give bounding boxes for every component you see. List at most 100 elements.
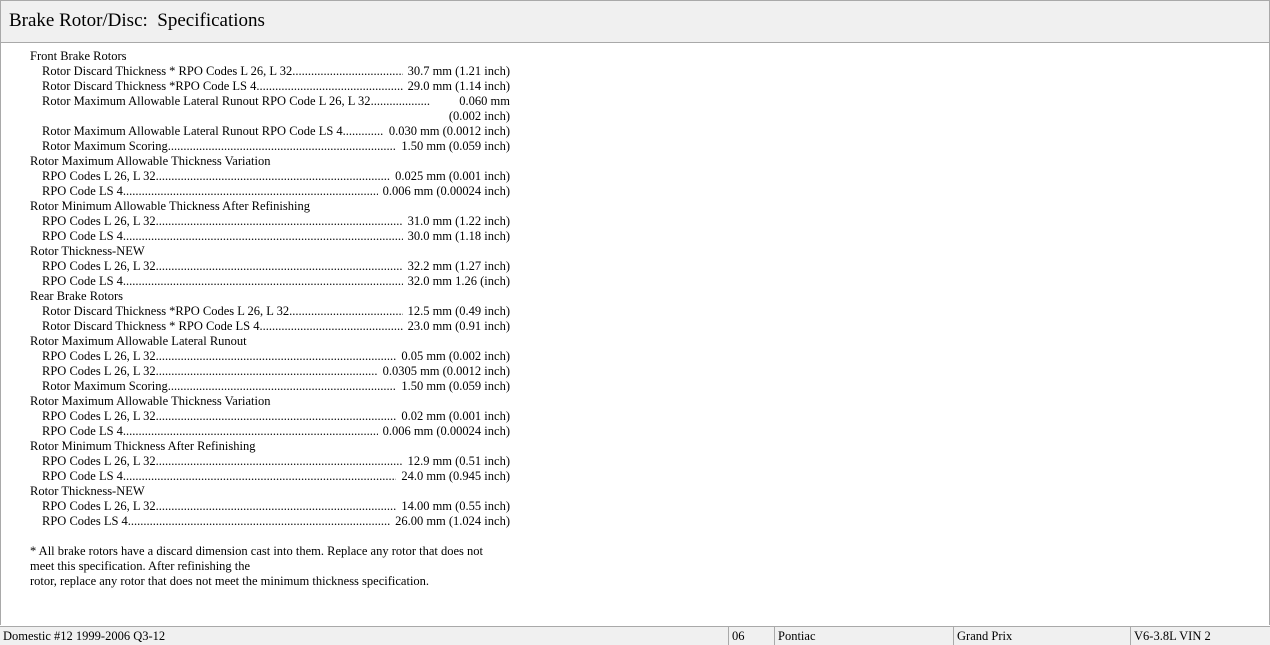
spec-value: 0.006 mm (0.00024 inch)	[382, 424, 510, 438]
dot-leader	[123, 424, 378, 439]
dot-leader	[123, 274, 403, 289]
dot-leader	[156, 214, 403, 229]
dot-leader	[343, 124, 384, 139]
section-header: Rotor Maximum Allowable Thickness Variat…	[30, 394, 271, 408]
spec-list: Front Brake Rotors Rotor Discard Thicknes…	[30, 49, 515, 529]
spec-row: Rotor Discard Thickness * RPO Code LS 4 2…	[30, 319, 510, 334]
status-bar: Domestic #12 1999-2006 Q3-12 06 Pontiac …	[0, 626, 1270, 645]
spec-value: 30.7 mm (1.21 inch)	[407, 64, 510, 78]
spec-value: 0.02 mm (0.001 inch)	[401, 409, 510, 423]
content-panel[interactable]: Front Brake Rotors Rotor Discard Thicknes…	[0, 43, 1270, 625]
dot-leader	[156, 409, 397, 424]
spec-value: 30.0 mm (1.18 inch)	[407, 229, 510, 243]
spec-label: RPO Codes L 26, L 32	[42, 499, 156, 513]
dot-leader	[292, 64, 402, 79]
spec-label: RPO Code LS 4	[42, 184, 123, 198]
dot-leader	[156, 259, 403, 274]
spec-value: 12.5 mm (0.49 inch)	[407, 304, 510, 318]
spec-value: 14.00 mm (0.55 inch)	[401, 499, 510, 513]
spec-label: RPO Code LS 4	[42, 424, 123, 438]
spec-label: Rotor Maximum Scoring	[42, 139, 168, 153]
spec-value: 23.0 mm (0.91 inch)	[407, 319, 510, 333]
spec-label: Rotor Discard Thickness * RPO Code LS 4	[42, 319, 260, 333]
spec-row: RPO Codes L 26, L 32 0.0305 mm (0.0012 in…	[30, 364, 510, 379]
spec-row: RPO Codes LS 4 26.00 mm (1.024 inch)	[30, 514, 510, 529]
spec-value: 0.0305 mm (0.0012 inch)	[382, 364, 510, 378]
section-header: Rotor Maximum Allowable Thickness Variat…	[30, 154, 271, 168]
spec-row: RPO Codes L 26, L 32 0.025 mm (0.001 inch…	[30, 169, 510, 184]
spec-value: 0.025 mm (0.001 inch)	[395, 169, 510, 183]
spec-row: Rotor Maximum Scoring 1.50 mm (0.059 inch…	[30, 379, 510, 394]
dot-leader	[371, 94, 430, 124]
spec-value: 0.006 mm (0.00024 inch)	[382, 184, 510, 198]
spec-label: RPO Code LS 4	[42, 229, 123, 243]
spec-label: RPO Codes LS 4	[42, 514, 128, 528]
spec-row: RPO Codes L 26, L 32 32.2 mm (1.27 inch)	[30, 259, 510, 274]
spec-label: RPO Codes L 26, L 32	[42, 169, 156, 183]
spec-value: 12.9 mm (0.51 inch)	[407, 454, 510, 468]
spec-value: 1.50 mm (0.059 inch)	[401, 139, 510, 153]
spec-row: RPO Code LS 4 0.006 mm (0.00024 inch)	[30, 424, 510, 439]
spec-row: Rotor Maximum Allowable Lateral Runout R…	[30, 124, 510, 139]
spec-label: Rotor Maximum Allowable Lateral Runout R…	[42, 124, 343, 138]
spec-row: RPO Codes L 26, L 32 0.02 mm (0.001 inch)	[30, 409, 510, 424]
dot-leader	[156, 349, 397, 364]
dot-leader	[168, 379, 397, 394]
dot-leader	[256, 79, 402, 94]
spec-value: 0.060 mm (0.002 inch)	[448, 94, 510, 123]
spec-label: RPO Codes L 26, L 32	[42, 349, 156, 363]
spec-label: RPO Codes L 26, L 32	[42, 214, 156, 228]
status-make: Pontiac	[774, 627, 816, 645]
dot-leader	[156, 364, 378, 379]
spec-row: Rotor Maximum Allowable Lateral Runout R…	[30, 94, 510, 124]
spec-label: RPO Codes L 26, L 32	[42, 259, 156, 273]
spec-value: 29.0 mm (1.14 inch)	[407, 79, 510, 93]
section-header: Front Brake Rotors	[30, 49, 127, 63]
section-header: Rotor Maximum Allowable Lateral Runout	[30, 334, 247, 348]
spec-value: 32.2 mm (1.27 inch)	[407, 259, 510, 273]
dot-leader	[289, 304, 402, 319]
dot-leader	[156, 169, 390, 184]
spec-label: RPO Code LS 4	[42, 274, 123, 288]
status-model: Grand Prix	[953, 627, 1012, 645]
spec-row: RPO Code LS 4 30.0 mm (1.18 inch)	[30, 229, 510, 244]
spec-label: RPO Codes L 26, L 32	[42, 409, 156, 423]
spec-label: Rotor Maximum Scoring	[42, 379, 168, 393]
spec-row: Rotor Discard Thickness *RPO Codes L 26,…	[30, 304, 510, 319]
spec-value: 0.05 mm (0.002 inch)	[401, 349, 510, 363]
spec-row: RPO Codes L 26, L 32 14.00 mm (0.55 inch)	[30, 499, 510, 514]
status-engine: V6-3.8L VIN 2	[1130, 627, 1211, 645]
dot-leader	[123, 469, 396, 484]
spec-value: 31.0 mm (1.22 inch)	[407, 214, 510, 228]
spec-label: RPO Codes L 26, L 32	[42, 364, 156, 378]
spec-row: RPO Codes L 26, L 32 12.9 mm (0.51 inch)	[30, 454, 510, 469]
spec-value: 0.030 mm (0.0012 inch)	[388, 124, 510, 138]
spec-row: Rotor Discard Thickness *RPO Code LS 4 29…	[30, 79, 510, 94]
dot-leader	[156, 499, 397, 514]
dot-leader	[259, 319, 402, 334]
spec-row: RPO Codes L 26, L 32 0.05 mm (0.002 inch)	[30, 349, 510, 364]
dot-leader	[156, 454, 403, 469]
footnote: * All brake rotors have a discard dimens…	[30, 544, 505, 589]
section-header: Rotor Minimum Allowable Thickness After …	[30, 199, 310, 213]
section-header: Rear Brake Rotors	[30, 289, 124, 303]
section-header: Rotor Minimum Thickness After Refinishin…	[30, 439, 256, 453]
dot-leader	[123, 229, 403, 244]
title-bar: Brake Rotor/Disc: Specifications	[0, 0, 1270, 43]
spec-row: Rotor Discard Thickness * RPO Codes L 26…	[30, 64, 510, 79]
dot-leader	[123, 184, 378, 199]
dot-leader	[128, 514, 390, 529]
status-year: 06	[728, 627, 745, 645]
spec-label: RPO Code LS 4	[42, 469, 123, 483]
dot-leader	[168, 139, 397, 154]
page-title: Brake Rotor/Disc: Specifications	[9, 10, 265, 31]
spec-label: RPO Codes L 26, L 32	[42, 454, 156, 468]
spec-label: Rotor Discard Thickness *RPO Code LS 4	[42, 79, 257, 93]
spec-value: 24.0 mm (0.945 inch)	[401, 469, 510, 483]
footnote-line-1: * All brake rotors have a discard dimens…	[30, 544, 484, 573]
spec-value: 26.00 mm (1.024 inch)	[395, 514, 510, 528]
spec-row: RPO Code LS 4 24.0 mm (0.945 inch)	[30, 469, 510, 484]
spec-row: RPO Code LS 4 32.0 mm 1.26 (inch)	[30, 274, 510, 289]
section-header: Rotor Thickness-NEW	[30, 484, 145, 498]
spec-row: RPO Codes L 26, L 32 31.0 mm (1.22 inch)	[30, 214, 510, 229]
